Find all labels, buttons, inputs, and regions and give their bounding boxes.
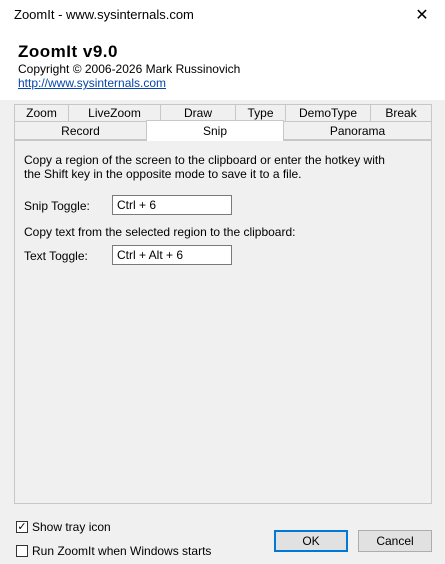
about-header: ZoomIt v9.0 Copyright © 2006-2026 Mark R… (0, 30, 445, 100)
show-tray-icon-label[interactable]: Show tray icon (32, 520, 111, 534)
snip-toggle-hotkey-field[interactable]: Ctrl + 6 (112, 195, 232, 215)
copyright-text: Copyright © 2006-2026 Mark Russinovich (18, 62, 241, 76)
cancel-button[interactable]: Cancel (358, 530, 432, 552)
text-description: Copy text from the selected region to th… (24, 225, 296, 239)
checkmark-icon: ✓ (17, 521, 27, 533)
tab-strip: Zoom LiveZoom Draw Type DemoType Break R… (14, 104, 432, 141)
snip-panel: Copy a region of the screen to the clipb… (14, 140, 432, 504)
show-tray-icon-checkbox[interactable]: ✓ (16, 521, 28, 533)
snip-toggle-label: Snip Toggle: (24, 199, 90, 213)
tab-break[interactable]: Break (370, 104, 432, 122)
window-title: ZoomIt - www.sysinternals.com (14, 7, 194, 22)
website-link[interactable]: http://www.sysinternals.com (18, 76, 166, 90)
tab-snip[interactable]: Snip (146, 120, 284, 141)
text-toggle-hotkey-field[interactable]: Ctrl + Alt + 6 (112, 245, 232, 265)
tab-demotype[interactable]: DemoType (285, 104, 371, 122)
ok-button[interactable]: OK (274, 530, 348, 552)
title-bar: ZoomIt - www.sysinternals.com ✕ (0, 0, 445, 30)
tab-record[interactable]: Record (14, 121, 147, 140)
text-toggle-label: Text Toggle: (24, 249, 88, 263)
close-icon[interactable]: ✕ (399, 0, 445, 30)
snip-description: Copy a region of the screen to the clipb… (24, 153, 385, 181)
run-at-startup-checkbox[interactable] (16, 545, 28, 557)
app-name: ZoomIt v9.0 (18, 42, 118, 61)
tab-zoom[interactable]: Zoom (14, 104, 69, 122)
tab-panorama[interactable]: Panorama (283, 121, 432, 140)
run-at-startup-label[interactable]: Run ZoomIt when Windows starts (32, 544, 211, 558)
